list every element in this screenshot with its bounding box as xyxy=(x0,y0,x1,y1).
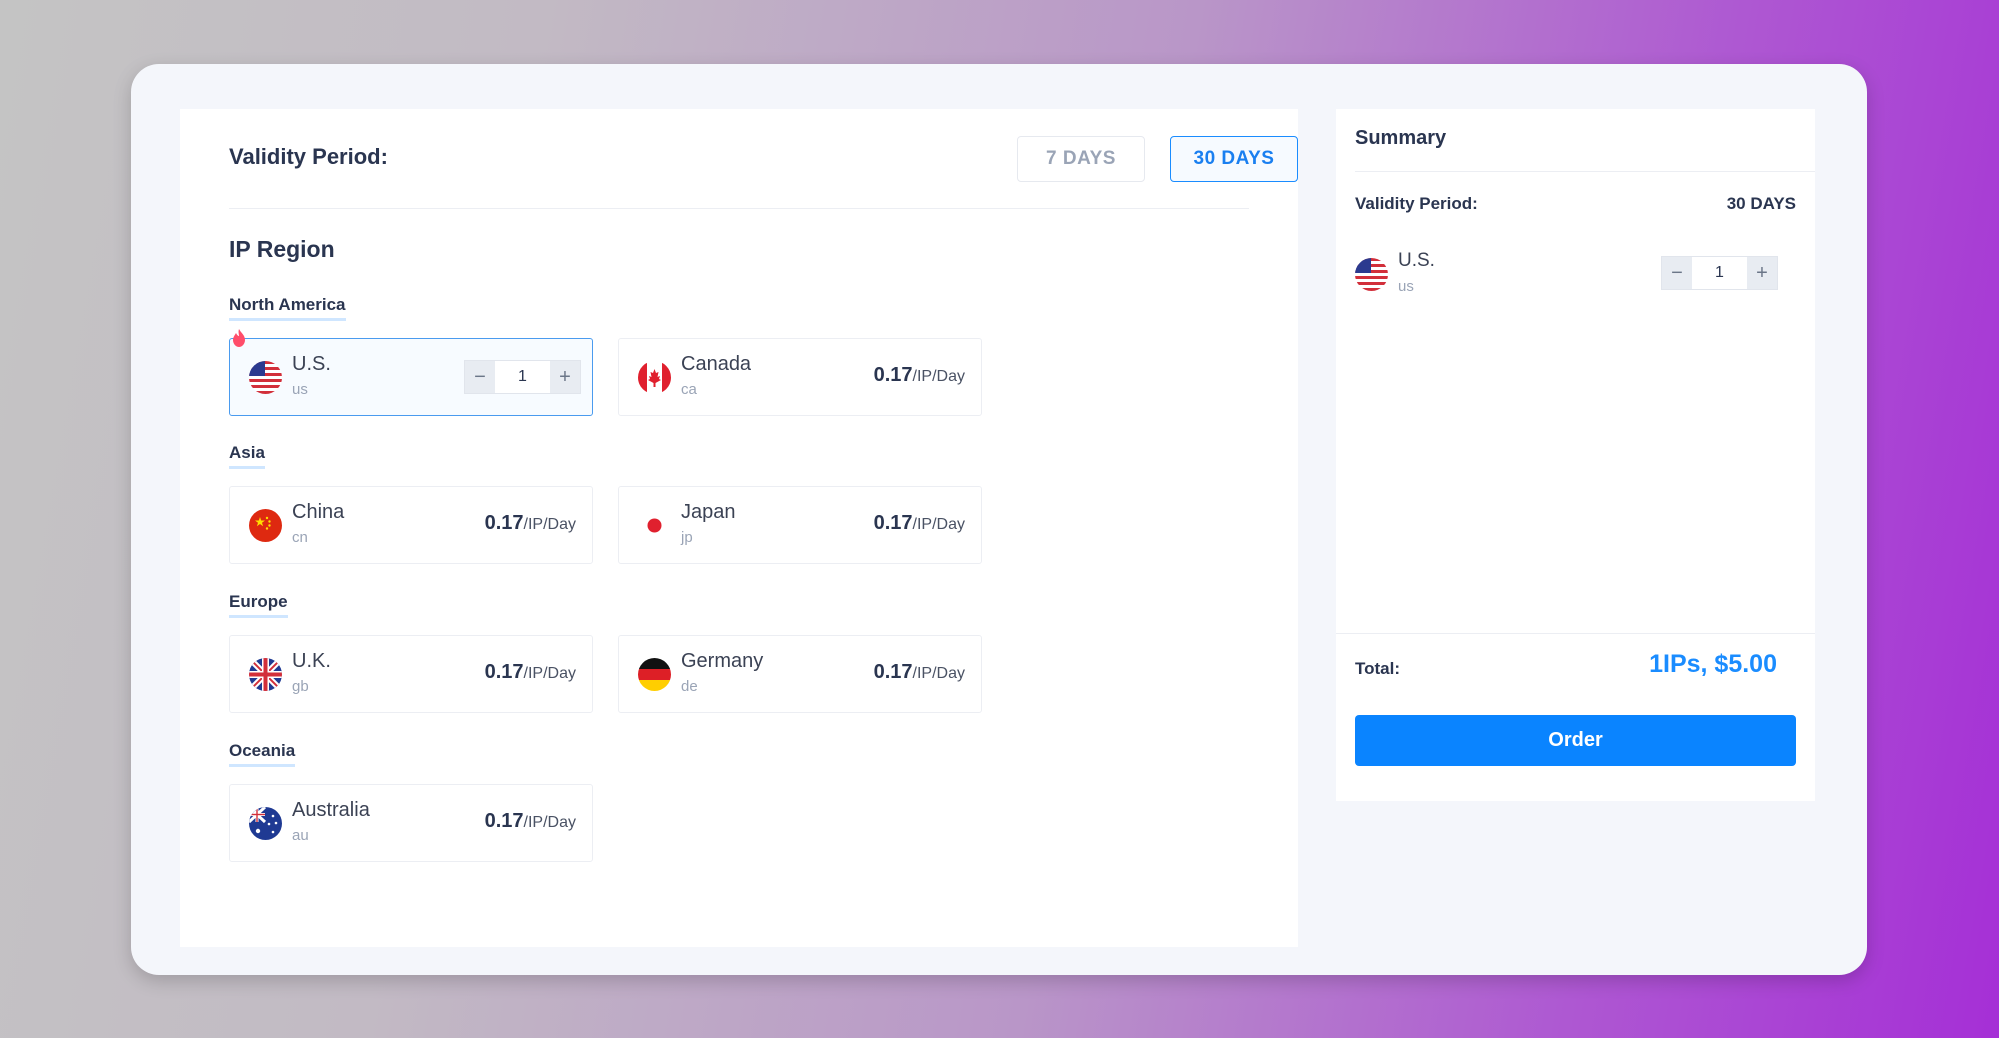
thirty-days-button[interactable]: 30 DAYS xyxy=(1170,136,1298,182)
country-name: U.S. xyxy=(1398,250,1435,271)
uk-flag-icon xyxy=(249,658,282,691)
summary-validity-label: Validity Period: xyxy=(1355,194,1478,213)
country-code: cn xyxy=(292,529,308,546)
region-label-europe: Europe xyxy=(229,592,288,618)
country-code: gb xyxy=(292,678,309,695)
price-unit: /IP/Day xyxy=(912,665,965,682)
country-code: ca xyxy=(681,381,697,398)
divider xyxy=(1336,633,1815,634)
region-card-germany[interactable]: Germany de 0.17/IP/Day xyxy=(618,635,982,713)
fire-icon xyxy=(233,329,245,347)
australia-flag-icon xyxy=(249,807,282,840)
ip-region-title: IP Region xyxy=(229,236,335,262)
region-card-japan[interactable]: Japan jp 0.17/IP/Day xyxy=(618,486,982,564)
validity-period-row: Validity Period: 7 DAYS 30 DAYS xyxy=(229,109,1298,209)
quantity-stepper: − 1 + xyxy=(1661,256,1778,290)
region-card-us[interactable]: U.S. us − 1 + xyxy=(229,329,593,416)
price-label: 0.17/IP/Day xyxy=(874,512,965,535)
validity-period-label: Validity Period: xyxy=(229,144,388,169)
country-code: de xyxy=(681,678,698,695)
quantity-input[interactable]: 1 xyxy=(495,361,550,393)
price-label: 0.17/IP/Day xyxy=(874,661,965,684)
price-unit: /IP/Day xyxy=(523,814,576,831)
us-flag-icon xyxy=(1355,258,1388,291)
decrement-button[interactable]: − xyxy=(465,361,495,393)
region-card-canada[interactable]: Canada ca 0.17/IP/Day xyxy=(618,338,982,416)
price-label: 0.17/IP/Day xyxy=(485,661,576,684)
country-code: jp xyxy=(681,529,693,546)
price-unit: /IP/Day xyxy=(523,516,576,533)
app-window: Validity Period: 7 DAYS 30 DAYS IP Regio… xyxy=(131,64,1867,975)
price-label: 0.17/IP/Day xyxy=(874,364,965,387)
country-name: Germany xyxy=(681,650,764,672)
country-name: Australia xyxy=(292,799,370,821)
canada-flag-icon xyxy=(638,361,671,394)
price-value: 0.17 xyxy=(484,810,524,832)
country-name: China xyxy=(292,501,345,523)
quantity-stepper: − 1 + xyxy=(464,360,581,394)
region-label-oceania: Oceania xyxy=(229,741,296,767)
summary-validity-value: 30 DAYS xyxy=(1726,194,1796,213)
price-value: 0.17 xyxy=(484,661,524,683)
germany-flag-icon xyxy=(638,658,671,691)
region-card-uk[interactable]: U.K. gb 0.17/IP/Day xyxy=(229,635,593,713)
japan-flag-icon xyxy=(638,509,671,542)
price-label: 0.17/IP/Day xyxy=(485,512,576,535)
price-value: 0.17 xyxy=(873,512,913,534)
increment-button[interactable]: + xyxy=(1747,257,1777,289)
decrement-button[interactable]: − xyxy=(1662,257,1692,289)
country-code: au xyxy=(292,827,309,844)
total-label: Total: xyxy=(1355,659,1401,678)
china-flag-icon xyxy=(249,509,282,542)
region-label-north-america: North America xyxy=(229,295,346,321)
region-label-asia: Asia xyxy=(229,443,265,469)
summary-panel: Summary Validity Period: 30 DAYS U.S. us xyxy=(1336,109,1815,801)
price-unit: /IP/Day xyxy=(523,665,576,682)
price-value: 0.17 xyxy=(484,512,524,534)
divider xyxy=(1355,171,1815,172)
region-card-australia[interactable]: Australia au 0.17/IP/Day xyxy=(229,784,593,862)
country-name: U.K. xyxy=(292,650,331,672)
seven-days-button[interactable]: 7 DAYS xyxy=(1017,136,1145,182)
country-code: us xyxy=(1398,278,1414,295)
price-unit: /IP/Day xyxy=(912,516,965,533)
country-name: Canada xyxy=(681,353,752,375)
main-panel: Validity Period: 7 DAYS 30 DAYS IP Regio… xyxy=(180,109,1298,947)
increment-button[interactable]: + xyxy=(550,361,580,393)
order-button[interactable]: Order xyxy=(1355,715,1796,766)
region-card-china[interactable]: China cn 0.17/IP/Day xyxy=(229,486,593,564)
quantity-input[interactable]: 1 xyxy=(1692,257,1747,289)
price-unit: /IP/Day xyxy=(912,368,965,385)
price-value: 0.17 xyxy=(873,661,913,683)
us-flag-icon xyxy=(249,361,282,394)
summary-title: Summary xyxy=(1355,127,1447,149)
total-value: 1IPs, $5.00 xyxy=(1649,650,1777,678)
country-name: Japan xyxy=(681,501,736,523)
summary-item-us: U.S. us − 1 + xyxy=(1355,244,1796,304)
country-name: U.S. xyxy=(292,353,331,375)
country-code: us xyxy=(292,381,308,398)
price-label: 0.17/IP/Day xyxy=(485,810,576,833)
price-value: 0.17 xyxy=(873,364,913,386)
